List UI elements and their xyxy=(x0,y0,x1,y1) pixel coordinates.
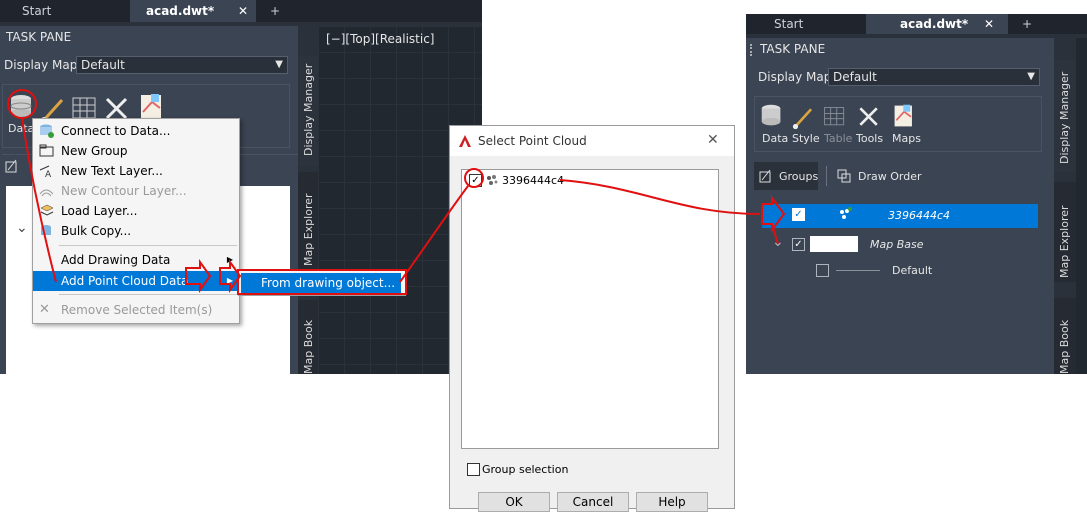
layer-label-default[interactable]: Default xyxy=(892,264,932,277)
select-point-cloud-dialog: Select Point Cloud ✕ ✓ 3396444c4 Group s… xyxy=(449,125,735,512)
chevron-down-icon: ▼ xyxy=(275,59,283,70)
draw-order-label[interactable]: Draw Order xyxy=(858,170,922,183)
dialog-title: Select Point Cloud xyxy=(478,134,587,148)
context-menu: Connect to Data... New Group A New Text L… xyxy=(32,118,240,324)
remove-x-icon: ✕ xyxy=(39,302,50,317)
layer-label-point-cloud[interactable]: 3396444c4 xyxy=(888,209,950,222)
tab-label: acad.dwt* xyxy=(900,17,969,31)
menu-item-load-layer[interactable]: Load Layer... xyxy=(33,201,239,221)
close-icon[interactable]: ✕ xyxy=(238,0,248,22)
menu-item-remove-selected-items[interactable]: ✕ Remove Selected Item(s) xyxy=(33,300,239,320)
right-tab-bar: Start acad.dwt* ✕ + xyxy=(746,14,1087,34)
vtab-map-explorer[interactable]: Map Explorer xyxy=(298,172,318,272)
text-layer-icon: A xyxy=(39,165,52,178)
left-tab-bar: Start acad.dwt* ✕ + xyxy=(0,0,482,22)
groups-icon[interactable] xyxy=(4,158,20,174)
point-cloud-icon xyxy=(487,175,498,185)
autocad-logo-icon xyxy=(459,135,471,147)
point-cloud-icon xyxy=(840,207,852,219)
vtab-map-book[interactable]: Map Book xyxy=(298,300,318,374)
right-task-pane: TASK PANE Display Map: Default ▼ Data Sty… xyxy=(746,38,1054,374)
menu-item-new-group[interactable]: New Group xyxy=(33,141,239,161)
table-icon[interactable] xyxy=(822,104,848,130)
new-tab-button[interactable]: + xyxy=(1022,14,1036,34)
submenu: From drawing object... xyxy=(238,270,406,296)
menu-item-add-drawing-data[interactable]: Add Drawing Data ▶ xyxy=(33,250,239,270)
menu-item-from-drawing-object[interactable]: From drawing object... xyxy=(241,273,401,293)
task-pane-title: TASK PANE xyxy=(760,42,826,56)
help-button[interactable]: Help xyxy=(636,492,708,512)
close-icon[interactable]: ✕ xyxy=(707,132,719,148)
style-tool-label: Style xyxy=(792,132,820,145)
point-cloud-checkbox[interactable]: ✓ xyxy=(469,174,482,187)
vtab-map-book[interactable]: Map Book xyxy=(1054,298,1076,374)
tab-label: acad.dwt* xyxy=(146,4,215,18)
menu-item-connect-to-data[interactable]: Connect to Data... xyxy=(33,121,239,141)
menu-separator xyxy=(59,294,237,295)
data-tool-label: Data xyxy=(762,132,789,145)
table-tool-label: Table xyxy=(824,132,853,145)
viewport-label[interactable]: [−][Top][Realistic] xyxy=(326,32,435,46)
point-cloud-item-label[interactable]: 3396444c4 xyxy=(502,174,564,187)
style-brush-icon[interactable] xyxy=(792,104,818,130)
vtab-map-explorer[interactable]: Map Explorer xyxy=(1054,182,1076,282)
point-cloud-list[interactable] xyxy=(461,169,719,449)
tab-start[interactable]: Start xyxy=(8,0,132,22)
task-pane-title: TASK PANE xyxy=(6,30,72,44)
menu-item-add-point-cloud-data[interactable]: Add Point Cloud Data ▶ xyxy=(33,271,239,291)
viewport-edge xyxy=(1076,38,1087,374)
chevron-down-icon: ▼ xyxy=(1027,71,1035,82)
submenu-arrow-icon: ▶ xyxy=(226,276,233,285)
tools-tool-label: Tools xyxy=(856,132,884,145)
default-layer-line xyxy=(836,270,880,271)
vtab-display-manager[interactable]: Display Manager xyxy=(298,56,318,166)
new-tab-button[interactable]: + xyxy=(270,0,284,22)
display-map-select[interactable]: Default ▼ xyxy=(828,68,1040,86)
chevron-down-icon[interactable]: ⌄ xyxy=(772,234,784,250)
ok-button[interactable]: OK xyxy=(478,492,550,512)
tab-acad-dwt[interactable]: acad.dwt* ✕ xyxy=(866,14,1008,34)
cancel-button[interactable]: Cancel xyxy=(557,492,629,512)
draw-order-icon[interactable] xyxy=(836,168,852,184)
connect-data-icon xyxy=(40,124,54,138)
menu-item-bulk-copy[interactable]: Bulk Copy... xyxy=(33,221,239,241)
groups-label: Groups xyxy=(779,170,819,183)
map-base-swatch xyxy=(810,236,858,252)
map-base-checkbox[interactable]: ✓ xyxy=(792,238,805,251)
default-layer-checkbox[interactable] xyxy=(816,264,829,277)
display-map-label: Display Map: xyxy=(4,58,82,72)
close-icon[interactable]: ✕ xyxy=(984,14,994,34)
menu-item-new-contour-layer[interactable]: New Contour Layer... xyxy=(33,181,239,201)
menu-separator xyxy=(59,245,237,246)
groups-icon xyxy=(759,169,771,183)
svg-text:A: A xyxy=(45,170,52,178)
data-label: Data xyxy=(8,122,35,135)
menu-item-new-text-layer[interactable]: A New Text Layer... xyxy=(33,161,239,181)
tools-icon[interactable] xyxy=(856,104,882,130)
display-map-select[interactable]: Default ▼ xyxy=(76,56,288,74)
maps-tool-label: Maps xyxy=(892,132,921,145)
vtab-display-manager[interactable]: Display Manager xyxy=(1054,60,1076,172)
submenu-arrow-icon: ▶ xyxy=(226,255,233,264)
folder-icon xyxy=(39,144,54,157)
toolbar-divider xyxy=(826,166,827,186)
tab-start[interactable]: Start xyxy=(756,14,874,34)
layer-label-map-base[interactable]: Map Base xyxy=(870,238,924,251)
bulk-copy-icon xyxy=(41,225,51,235)
layer-visibility-checkbox[interactable]: ✓ xyxy=(792,208,805,221)
contour-layer-icon xyxy=(39,189,54,197)
group-selection-checkbox[interactable] xyxy=(467,463,480,476)
tab-acad-dwt[interactable]: acad.dwt* ✕ xyxy=(130,0,256,22)
display-map-label: Display Map: xyxy=(758,70,836,84)
chevron-down-icon[interactable]: ⌄ xyxy=(16,220,28,236)
maps-icon[interactable] xyxy=(892,102,918,130)
right-app-window: Start acad.dwt* ✕ + TASK PANE Display Map… xyxy=(746,14,1087,374)
load-layer-icon xyxy=(40,204,54,216)
data-icon[interactable] xyxy=(758,102,786,130)
drag-handle[interactable] xyxy=(750,44,755,56)
group-selection-label: Group selection xyxy=(482,463,569,476)
